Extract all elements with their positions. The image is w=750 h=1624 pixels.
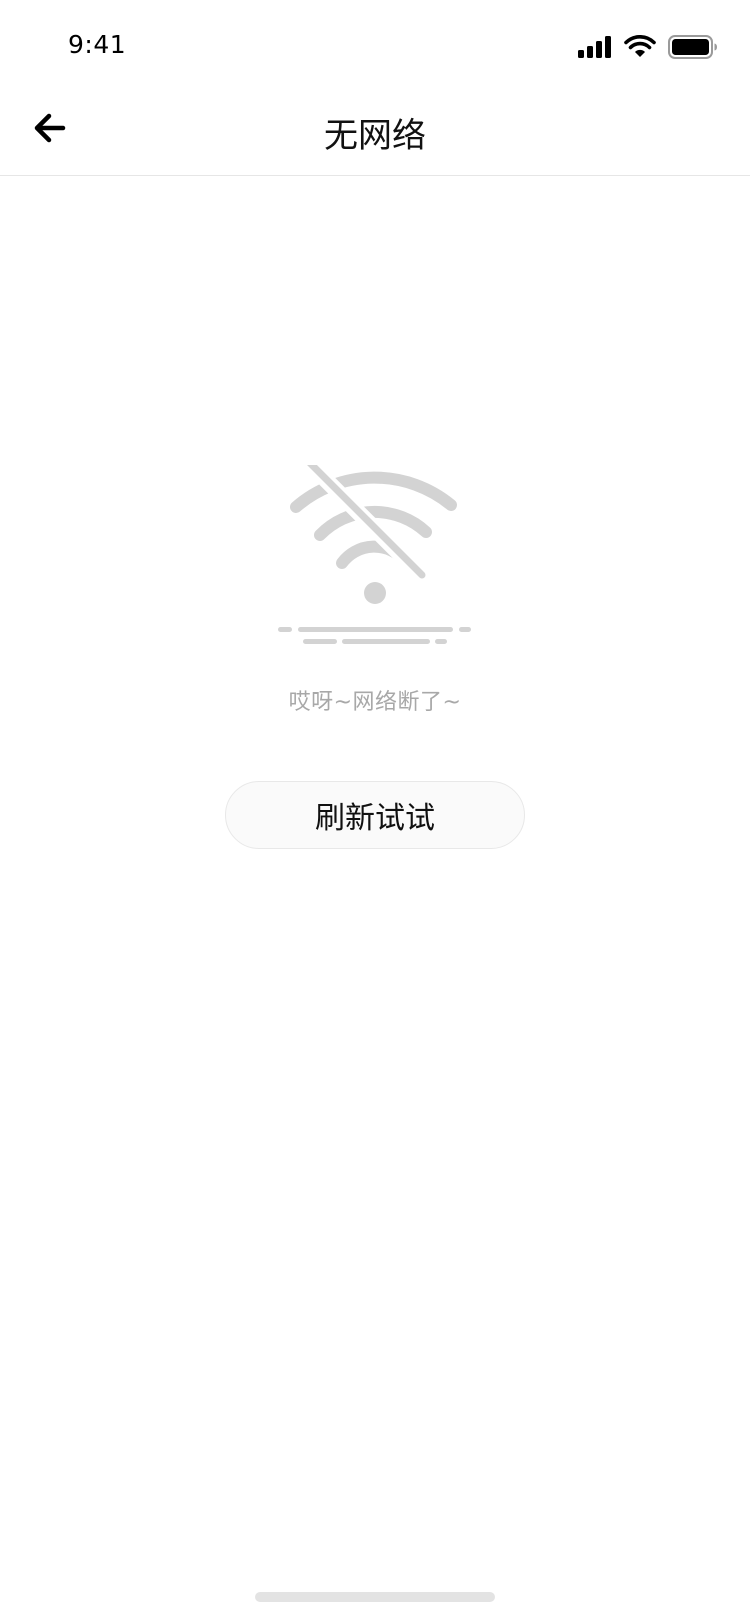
refresh-button[interactable]: 刷新试试 [225,781,525,849]
no-wifi-icon [278,465,471,644]
wifi-icon [624,35,656,59]
page-title: 无网络 [324,116,426,156]
status-icons [578,30,718,64]
empty-state: 哎呀~网络断了~ [0,465,750,716]
empty-state-message: 哎呀~网络断了~ [288,690,462,715]
battery-icon [668,35,718,59]
home-indicator [255,1592,495,1602]
status-time: 9:41 [68,30,127,59]
cellular-signal-icon [578,36,612,58]
status-bar: 9:41 [0,0,750,88]
nav-bar: 无网络 [0,88,750,176]
